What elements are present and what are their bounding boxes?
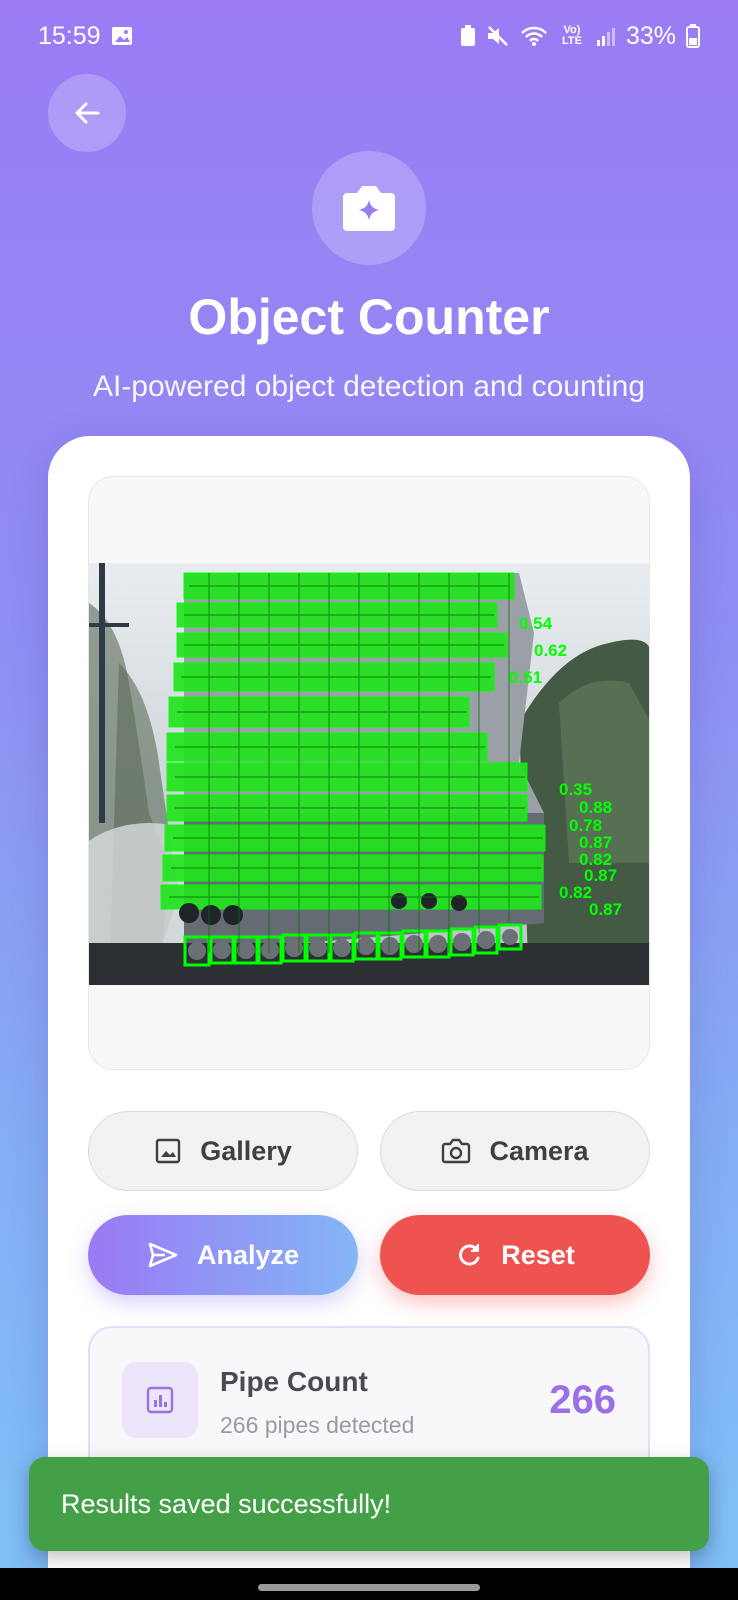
main-card: 0.54 0.62 0.51 0.35 0.88 0.78 0.87 0.82 … bbox=[48, 436, 690, 1600]
image-preview: 0.54 0.62 0.51 0.35 0.88 0.78 0.87 0.82 … bbox=[88, 476, 650, 1070]
camera-label: Camera bbox=[489, 1135, 589, 1166]
snackbar: Results saved successfully! bbox=[29, 1457, 709, 1551]
page-subtitle: AI-powered object detection and counting bbox=[92, 370, 646, 403]
battery-saver-icon bbox=[460, 25, 476, 47]
refresh-icon bbox=[455, 1241, 483, 1269]
hero-camera-badge bbox=[312, 151, 426, 265]
result-icon-badge bbox=[122, 1362, 198, 1438]
mute-icon bbox=[486, 25, 510, 47]
detection-label: 0.54 bbox=[519, 614, 553, 633]
arrow-left-icon bbox=[72, 98, 102, 128]
detection-label: 0.82 bbox=[559, 883, 592, 902]
volte-label: Vo) LTE bbox=[561, 24, 582, 47]
reset-button[interactable]: Reset bbox=[380, 1215, 650, 1295]
detection-label: 0.62 bbox=[534, 641, 567, 660]
detection-label: 0.87 bbox=[589, 900, 622, 919]
status-bar: 15:59 Vo) LTE 33% bbox=[0, 0, 738, 72]
detection-label: 0.88 bbox=[579, 798, 612, 817]
camera-icon bbox=[441, 1137, 471, 1165]
image-icon bbox=[154, 1137, 182, 1165]
analyze-button[interactable]: Analyze bbox=[88, 1215, 358, 1295]
result-count: 266 bbox=[549, 1378, 616, 1422]
battery-percent: 33% bbox=[625, 21, 676, 50]
send-icon bbox=[147, 1241, 179, 1269]
gallery-label: Gallery bbox=[200, 1135, 292, 1166]
snackbar-message: Results saved successfully! bbox=[61, 1488, 392, 1519]
wifi-icon bbox=[520, 25, 548, 47]
back-button[interactable] bbox=[48, 74, 126, 152]
volte-icon: Vo) LTE bbox=[558, 25, 586, 47]
detection-label: 0.35 bbox=[559, 780, 592, 799]
result-subtitle: 266 pipes detected bbox=[220, 1412, 415, 1438]
gallery-notification-icon bbox=[111, 25, 133, 47]
gesture-handle[interactable] bbox=[258, 1584, 480, 1591]
camera-sparkle-icon bbox=[341, 183, 397, 233]
page-title: Object Counter bbox=[188, 289, 550, 345]
gallery-button[interactable]: Gallery bbox=[88, 1111, 358, 1191]
result-title: Pipe Count bbox=[220, 1366, 368, 1397]
detection-result-image: 0.54 0.62 0.51 0.35 0.88 0.78 0.87 0.82 … bbox=[89, 563, 649, 985]
reset-label: Reset bbox=[501, 1239, 575, 1270]
battery-charging-icon bbox=[686, 24, 700, 48]
analyze-label: Analyze bbox=[196, 1239, 300, 1270]
camera-button[interactable]: Camera bbox=[380, 1111, 650, 1191]
status-time: 15:59 bbox=[38, 21, 101, 50]
analytics-icon bbox=[145, 1385, 175, 1415]
detection-label: 0.51 bbox=[509, 668, 542, 687]
signal-icon bbox=[596, 25, 616, 47]
